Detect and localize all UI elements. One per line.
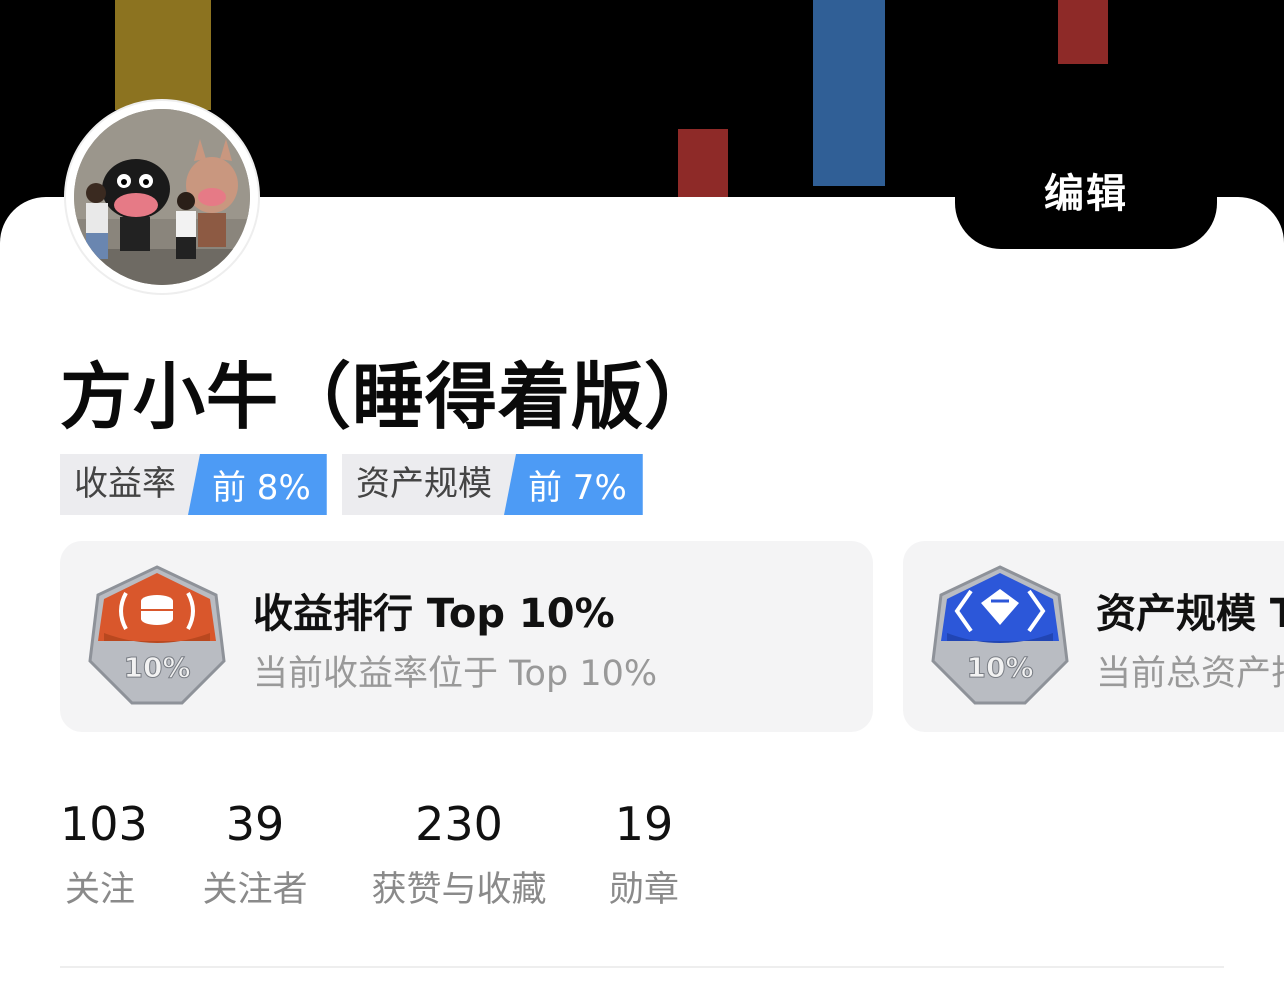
badge-card-return[interactable]: 10% 收益排行 Top 10% 当前收益率位于 Top 10% bbox=[60, 541, 873, 732]
badge-description: 当前收益率位于 Top 10% bbox=[253, 654, 658, 694]
rank-tag-return[interactable]: 收益率 前 8% bbox=[60, 454, 327, 515]
stat-value: 230 bbox=[415, 797, 503, 851]
stat-following[interactable]: 103 关注 bbox=[60, 797, 148, 912]
rank-tag-value: 前 8% bbox=[188, 454, 327, 515]
badge-title: 收益排行 Top 10% bbox=[253, 591, 615, 637]
rank-tag-assets[interactable]: 资产规模 前 7% bbox=[342, 454, 643, 515]
badge-title: 资产规模 T bbox=[1096, 591, 1284, 637]
stat-likes-favorites[interactable]: 230 获赞与收藏 bbox=[364, 797, 554, 912]
edit-button[interactable]: 编辑 bbox=[955, 150, 1217, 249]
banner-bar-blue bbox=[813, 0, 885, 186]
badge-icon-text: 10% bbox=[123, 651, 190, 684]
coin-badge-icon: 10% bbox=[88, 565, 226, 705]
stat-followers[interactable]: 39 关注者 bbox=[196, 797, 314, 912]
profile-name: 方小牛（睡得着版） bbox=[60, 355, 718, 439]
stat-label: 关注者 bbox=[202, 870, 308, 910]
stat-value: 39 bbox=[225, 797, 285, 851]
section-divider bbox=[60, 966, 1224, 968]
rank-tag-value: 前 7% bbox=[504, 454, 643, 515]
avatar[interactable] bbox=[66, 101, 258, 293]
banner-bar-gold bbox=[115, 0, 211, 110]
rank-tag-label: 收益率 bbox=[60, 454, 204, 515]
badge-description: 当前总资产排 bbox=[1096, 654, 1284, 694]
badge-card-assets[interactable]: 10% 资产规模 T 当前总资产排 bbox=[903, 541, 1284, 732]
avatar-photo bbox=[74, 109, 250, 285]
stat-value: 19 bbox=[614, 797, 674, 851]
stat-label: 勋章 bbox=[608, 870, 679, 910]
edit-button-label: 编辑 bbox=[1044, 171, 1128, 217]
stat-value: 103 bbox=[60, 797, 148, 851]
rank-tag-label: 资产规模 bbox=[342, 454, 520, 515]
diamond-badge-icon: 10% bbox=[931, 565, 1069, 705]
stat-label: 关注 bbox=[64, 870, 135, 910]
stat-label: 获赞与收藏 bbox=[371, 870, 547, 910]
banner-bar-red-top bbox=[1058, 0, 1108, 64]
stat-medals[interactable]: 19 勋章 bbox=[604, 797, 684, 912]
badge-icon-text: 10% bbox=[966, 651, 1033, 684]
